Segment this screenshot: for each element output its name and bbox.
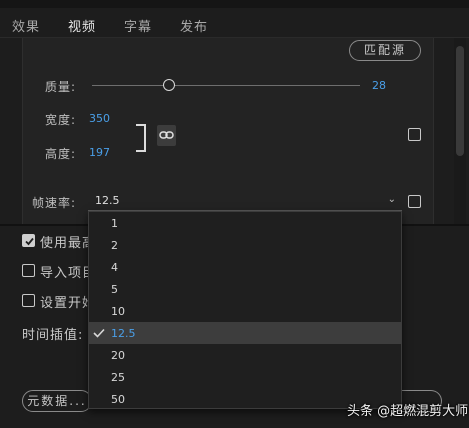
height-value[interactable]: 197 [89, 146, 110, 159]
frame-rate-select[interactable]: 12.5 ⌄ [88, 192, 402, 211]
frame-rate-label: 帧速率: [32, 196, 77, 210]
frame-rate-option-selected[interactable]: 12.5 [89, 322, 401, 344]
top-strip [0, 0, 469, 8]
set-start-checkbox[interactable] [22, 294, 35, 307]
import-project-label: 导入项目 [40, 266, 88, 281]
import-project-checkbox[interactable] [22, 264, 35, 277]
tab-video[interactable]: 视频 [68, 16, 97, 42]
frame-rate-option[interactable]: 2 [89, 234, 401, 256]
set-start-label: 设置开始 [40, 296, 88, 311]
metadata-button[interactable]: 元数据... [22, 390, 92, 412]
dimensions-override-checkbox[interactable] [408, 128, 421, 141]
quality-slider-handle[interactable] [163, 79, 175, 91]
frame-rate-option[interactable]: 5 [89, 278, 401, 300]
tab-bar: 效果 视频 字幕 发布 [0, 8, 469, 42]
frame-rate-option[interactable]: 1 [89, 212, 401, 234]
width-value[interactable]: 350 [89, 112, 110, 125]
watermark-text: 头条 @超燃混剪大师 [347, 404, 469, 419]
frame-rate-selected-value: 12.5 [95, 194, 120, 207]
tab-effects[interactable]: 效果 [12, 16, 40, 35]
use-max-label: 使用最高 [40, 236, 88, 251]
frame-rate-option[interactable]: 20 [89, 344, 401, 366]
match-source-button[interactable]: 匹配源 [349, 40, 421, 61]
frame-rate-option[interactable]: 25 [89, 366, 401, 388]
quality-label: 质量: [45, 80, 77, 94]
tab-publish[interactable]: 发布 [180, 16, 208, 35]
tab-captions[interactable]: 字幕 [124, 16, 152, 35]
width-label: 宽度: [45, 113, 77, 127]
frame-rate-option[interactable]: 10 [89, 300, 401, 322]
scrollbar-thumb[interactable] [456, 46, 464, 156]
frame-rate-option[interactable]: 4 [89, 256, 401, 278]
frame-rate-dropdown: 1 2 4 5 10 12.5 20 25 50 [88, 211, 402, 409]
quality-slider-track[interactable] [92, 85, 360, 86]
chain-link-icon[interactable] [157, 125, 176, 146]
height-label: 高度: [45, 147, 77, 161]
quality-value[interactable]: 28 [372, 79, 386, 92]
checkmark-icon [93, 328, 105, 338]
use-max-checkbox[interactable] [22, 234, 35, 247]
time-interpolation-label: 时间插值: [22, 328, 84, 343]
frame-rate-override-checkbox[interactable] [408, 195, 421, 208]
chevron-down-icon: ⌄ [387, 194, 396, 205]
aspect-link-bracket [136, 124, 146, 152]
